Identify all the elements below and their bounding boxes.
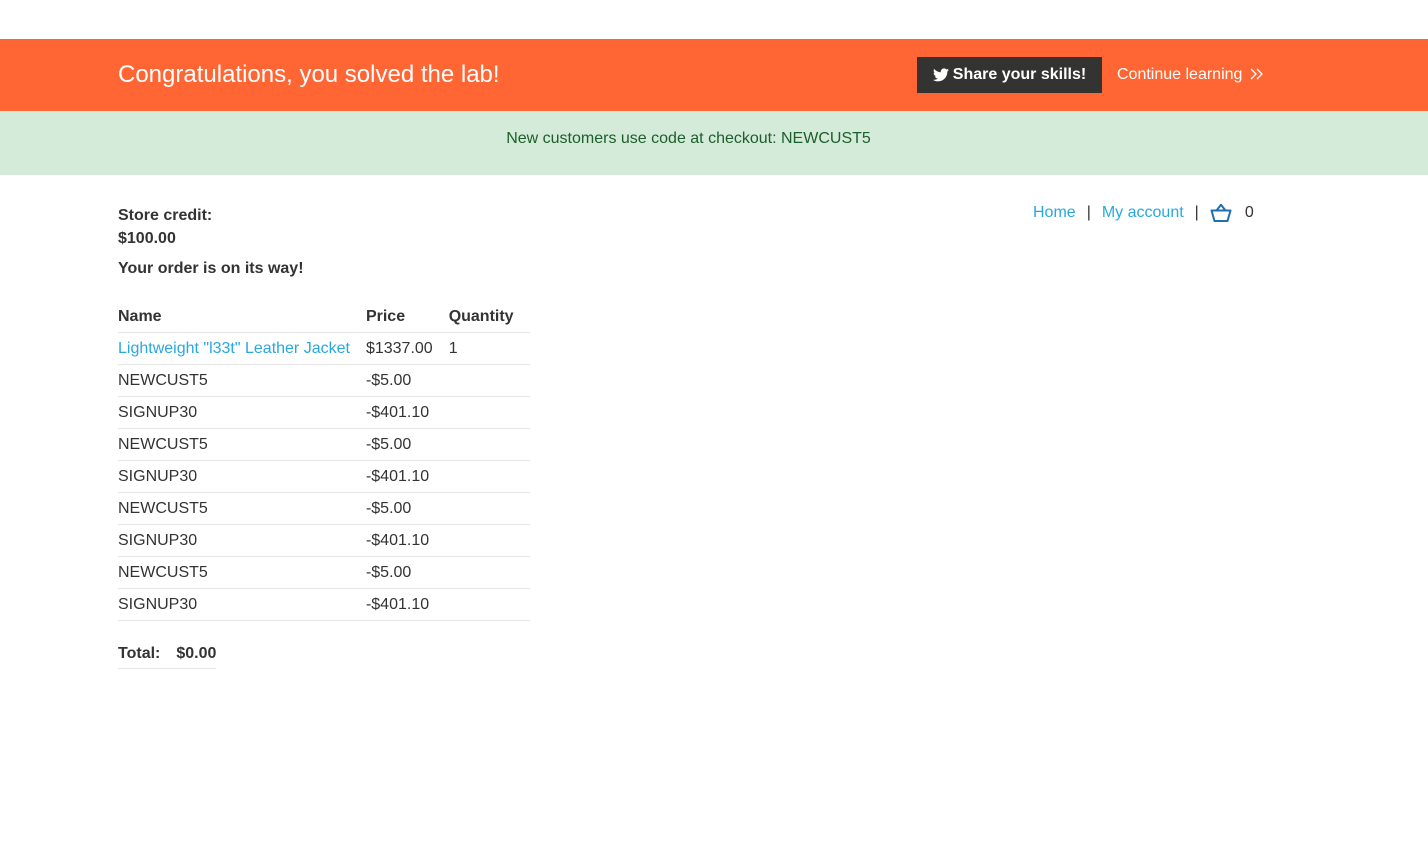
product-link[interactable]: Lightweight "l33t" Leather Jacket xyxy=(118,340,350,357)
item-price-cell: -$5.00 xyxy=(365,556,449,589)
cart-count: 0 xyxy=(1244,204,1254,221)
twitter-icon xyxy=(932,68,949,82)
order-table: Name Price Quantity Lightweight "l33t" L… xyxy=(118,302,530,621)
column-header-name: Name xyxy=(118,302,366,333)
table-row: SIGNUP30 -$401.10 xyxy=(118,524,530,557)
continue-learning-label: Continue learning xyxy=(1117,66,1243,83)
home-link[interactable]: Home xyxy=(1033,203,1076,223)
store-credit: Store credit: $100.00 xyxy=(118,204,212,250)
table-row: SIGNUP30 -$401.10 xyxy=(118,588,530,621)
promo-notice-text: New customers use code at checkout: NEWC… xyxy=(506,130,871,147)
column-header-quantity: Quantity xyxy=(448,302,530,333)
item-name-cell: Lightweight "l33t" Leather Jacket xyxy=(118,332,366,365)
item-quantity-cell: 1 xyxy=(448,332,530,365)
item-name-cell: SIGNUP30 xyxy=(118,460,366,493)
total-row: Total: $0.00 xyxy=(118,640,217,669)
item-name-cell: SIGNUP30 xyxy=(118,396,366,429)
item-quantity-cell xyxy=(448,364,530,397)
item-price-cell: -$401.10 xyxy=(365,396,449,429)
item-price-cell: -$5.00 xyxy=(365,492,449,525)
basket-icon[interactable] xyxy=(1210,203,1232,223)
item-price-cell: $1337.00 xyxy=(365,332,449,365)
item-name-cell: NEWCUST5 xyxy=(118,364,366,397)
item-price-cell: -$401.10 xyxy=(365,588,449,621)
item-price-cell: -$5.00 xyxy=(365,428,449,461)
continue-learning-link[interactable]: Continue learning xyxy=(1117,65,1264,85)
item-price-cell: -$401.10 xyxy=(365,524,449,557)
store-credit-label: Store credit: xyxy=(118,207,213,224)
total-label: Total: xyxy=(118,640,177,669)
item-name-cell: SIGNUP30 xyxy=(118,588,366,621)
promo-notice: New customers use code at checkout: NEWC… xyxy=(0,111,1428,175)
item-name-cell: SIGNUP30 xyxy=(118,524,366,557)
item-quantity-cell xyxy=(448,524,530,557)
order-table-header: Name Price Quantity xyxy=(118,302,530,333)
item-price-cell: -$5.00 xyxy=(365,364,449,397)
lab-solved-banner: Congratulations, you solved the lab! Sha… xyxy=(0,39,1428,111)
nav-separator: | xyxy=(1194,204,1199,221)
item-name-cell: NEWCUST5 xyxy=(118,492,366,525)
order-total: Total: $0.00 xyxy=(118,640,217,669)
table-row: NEWCUST5 -$5.00 xyxy=(118,492,530,525)
item-price-cell: -$401.10 xyxy=(365,460,449,493)
item-quantity-cell xyxy=(448,428,530,461)
table-row: NEWCUST5 -$5.00 xyxy=(118,556,530,589)
column-header-price: Price xyxy=(365,302,449,333)
table-row: NEWCUST5 -$5.00 xyxy=(118,428,530,461)
item-quantity-cell xyxy=(448,556,530,589)
top-nav: Home | My account | 0 xyxy=(1033,203,1254,223)
table-row: SIGNUP30 -$401.10 xyxy=(118,460,530,493)
banner-title: Congratulations, you solved the lab! xyxy=(118,61,500,88)
item-name-cell: NEWCUST5 xyxy=(118,428,366,461)
store-credit-value: $100.00 xyxy=(118,230,176,247)
item-quantity-cell xyxy=(448,492,530,525)
item-quantity-cell xyxy=(448,588,530,621)
item-quantity-cell xyxy=(448,460,530,493)
share-skills-label: Share your skills! xyxy=(952,66,1087,83)
item-name-cell: NEWCUST5 xyxy=(118,556,366,589)
order-confirmation-message: Your order is on its way! xyxy=(118,260,304,277)
table-row: Lightweight "l33t" Leather Jacket $1337.… xyxy=(118,332,530,365)
item-quantity-cell xyxy=(448,396,530,429)
total-value: $0.00 xyxy=(176,640,217,669)
table-row: SIGNUP30 -$401.10 xyxy=(118,396,530,429)
my-account-link[interactable]: My account xyxy=(1102,203,1184,223)
share-skills-button[interactable]: Share your skills! xyxy=(917,57,1102,93)
table-row: NEWCUST5 -$5.00 xyxy=(118,364,530,397)
nav-separator: | xyxy=(1086,204,1091,221)
double-chevron-right-icon xyxy=(1250,68,1263,80)
